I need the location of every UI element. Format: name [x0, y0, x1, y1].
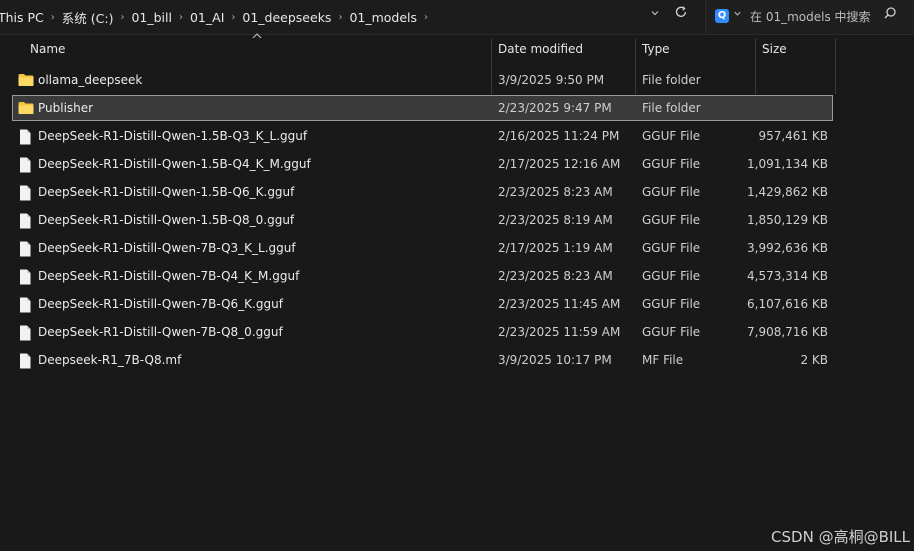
file-icon	[18, 269, 32, 288]
file-icon	[18, 185, 32, 204]
file-date: 2/23/2025 9:47 PM	[498, 101, 612, 115]
file-row[interactable]: Deepseek-R1_7B-Q8.mf 3/9/2025 10:17 PM M…	[13, 348, 832, 372]
file-row[interactable]: DeepSeek-R1-Distill-Qwen-7B-Q4_K_M.gguf …	[13, 264, 832, 288]
search-input[interactable]: 在 01_models 中搜索	[750, 8, 871, 25]
address-bar[interactable]: This PC › 系统 (C:) › 01_bill › 01_AI › 01…	[0, 0, 914, 35]
chevron-down-icon[interactable]	[733, 9, 742, 21]
breadcrumb-system-c[interactable]: 系统 (C:)	[62, 8, 114, 27]
file-icon	[18, 297, 32, 316]
chevron-right-icon[interactable]: ›	[424, 12, 428, 23]
file-type: File folder	[642, 73, 701, 87]
file-size: 4,573,314 KB	[747, 269, 828, 283]
file-icon	[18, 129, 32, 148]
search-icon[interactable]	[883, 6, 897, 24]
file-date: 2/23/2025 8:19 AM	[498, 213, 613, 227]
file-icon	[18, 325, 32, 344]
file-icon	[18, 241, 32, 260]
file-date: 2/23/2025 11:59 AM	[498, 325, 621, 339]
column-divider[interactable]	[835, 38, 836, 94]
breadcrumb-01-deepseeks[interactable]: 01_deepseeks	[242, 10, 331, 25]
search-box[interactable]: Q 在 01_models 中搜索	[705, 0, 914, 33]
file-date: 2/17/2025 1:19 AM	[498, 241, 613, 255]
file-date: 2/16/2025 11:24 PM	[498, 129, 620, 143]
column-date-header[interactable]: Date modified	[498, 42, 583, 56]
breadcrumb-01-models[interactable]: 01_models	[349, 10, 417, 25]
file-date: 2/23/2025 8:23 AM	[498, 185, 613, 199]
file-size: 3,992,636 KB	[747, 241, 828, 255]
file-row[interactable]: DeepSeek-R1-Distill-Qwen-7B-Q3_K_L.gguf …	[13, 236, 832, 260]
breadcrumb-01-bill[interactable]: 01_bill	[131, 10, 172, 25]
file-name: ollama_deepseek	[38, 73, 143, 87]
file-row[interactable]: DeepSeek-R1-Distill-Qwen-7B-Q6_K.gguf 2/…	[13, 292, 832, 316]
file-date: 3/9/2025 10:17 PM	[498, 353, 612, 367]
file-row[interactable]: DeepSeek-R1-Distill-Qwen-1.5B-Q8_0.gguf …	[13, 208, 832, 232]
file-size: 957,461 KB	[758, 129, 828, 143]
file-name: Publisher	[38, 101, 94, 115]
file-type: GGUF File	[642, 269, 701, 283]
chevron-right-icon[interactable]: ›	[120, 12, 124, 23]
file-type: File folder	[642, 101, 701, 115]
file-name: DeepSeek-R1-Distill-Qwen-7B-Q6_K.gguf	[38, 297, 283, 311]
file-name: DeepSeek-R1-Distill-Qwen-7B-Q4_K_M.gguf	[38, 269, 300, 283]
chevron-right-icon[interactable]: ›	[51, 12, 55, 23]
chevron-down-icon[interactable]	[650, 8, 660, 21]
file-row[interactable]: DeepSeek-R1-Distill-Qwen-7B-Q8_0.gguf 2/…	[13, 320, 832, 344]
column-size-header[interactable]: Size	[762, 42, 787, 56]
file-name: DeepSeek-R1-Distill-Qwen-1.5B-Q8_0.gguf	[38, 213, 295, 227]
file-icon	[18, 213, 32, 232]
file-size: 1,850,129 KB	[747, 213, 828, 227]
chevron-right-icon[interactable]: ›	[179, 12, 183, 23]
file-date: 2/17/2025 12:16 AM	[498, 157, 621, 171]
chevron-right-icon[interactable]: ›	[338, 12, 342, 23]
file-size: 6,107,616 KB	[747, 297, 828, 311]
sort-ascending-icon	[252, 31, 262, 42]
column-type-header[interactable]: Type	[642, 42, 670, 56]
file-date: 2/23/2025 8:23 AM	[498, 269, 613, 283]
file-size: 1,091,134 KB	[747, 157, 828, 171]
watermark: CSDN @高桐@BILL	[771, 528, 910, 546]
search-scope-icon[interactable]: Q	[715, 9, 729, 23]
column-header: Name Date modified Type Size	[0, 31, 914, 94]
file-row[interactable]: DeepSeek-R1-Distill-Qwen-1.5B-Q6_K.gguf …	[13, 180, 832, 204]
file-size: 1,429,862 KB	[747, 185, 828, 199]
file-type: GGUF File	[642, 129, 701, 143]
file-type: GGUF File	[642, 297, 701, 311]
breadcrumb-01-ai[interactable]: 01_AI	[190, 10, 224, 25]
folder-icon	[18, 101, 34, 118]
file-row[interactable]: DeepSeek-R1-Distill-Qwen-1.5B-Q3_K_L.ggu…	[13, 124, 832, 148]
file-icon	[18, 353, 32, 372]
file-icon	[18, 157, 32, 176]
file-row-selected[interactable]: Publisher 2/23/2025 9:47 PM File folder	[12, 95, 833, 121]
file-name: DeepSeek-R1-Distill-Qwen-1.5B-Q3_K_L.ggu…	[38, 129, 308, 143]
file-date: 3/9/2025 9:50 PM	[498, 73, 605, 87]
file-size: 7,908,716 KB	[747, 325, 828, 339]
file-type: GGUF File	[642, 185, 701, 199]
column-name-header[interactable]: Name	[30, 42, 65, 56]
file-row[interactable]: ollama_deepseek 3/9/2025 9:50 PM File fo…	[13, 68, 832, 92]
breadcrumb-this-pc[interactable]: This PC	[0, 10, 44, 25]
file-type: GGUF File	[642, 157, 701, 171]
file-type: GGUF File	[642, 325, 701, 339]
file-type: GGUF File	[642, 213, 701, 227]
breadcrumb: This PC › 系统 (C:) › 01_bill › 01_AI › 01…	[0, 8, 435, 27]
file-name: Deepseek-R1_7B-Q8.mf	[38, 353, 182, 367]
folder-icon	[18, 73, 34, 90]
file-name: DeepSeek-R1-Distill-Qwen-1.5B-Q4_K_M.ggu…	[38, 157, 311, 171]
file-type: MF File	[642, 353, 684, 367]
file-name: DeepSeek-R1-Distill-Qwen-1.5B-Q6_K.gguf	[38, 185, 295, 199]
file-name: DeepSeek-R1-Distill-Qwen-7B-Q8_0.gguf	[38, 325, 283, 339]
file-row[interactable]: DeepSeek-R1-Distill-Qwen-1.5B-Q4_K_M.ggu…	[13, 152, 832, 176]
file-date: 2/23/2025 11:45 AM	[498, 297, 621, 311]
file-name: DeepSeek-R1-Distill-Qwen-7B-Q3_K_L.gguf	[38, 241, 296, 255]
refresh-icon[interactable]	[674, 5, 688, 23]
file-size: 2 KB	[800, 353, 828, 367]
chevron-right-icon[interactable]: ›	[231, 12, 235, 23]
file-type: GGUF File	[642, 241, 701, 255]
